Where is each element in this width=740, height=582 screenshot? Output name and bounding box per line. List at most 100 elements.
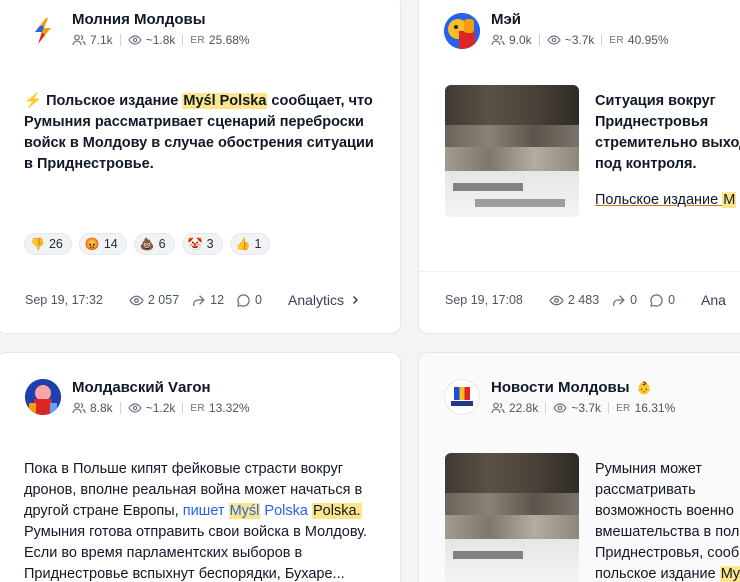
- post-media-thumbnail[interactable]: [445, 453, 579, 582]
- channel-avatar[interactable]: [25, 379, 61, 415]
- post-line: Приднестровья, сооб: [595, 545, 740, 561]
- reaction-angry[interactable]: 😡 14: [78, 233, 127, 255]
- channel-stats: 22.8k ~3.7k ER 16.31%: [491, 401, 675, 415]
- channel-title: Новости Молдовы: [491, 379, 630, 396]
- share-count: 12: [210, 293, 225, 307]
- count: 26: [48, 237, 63, 251]
- post-footer: Sep 19, 17:32 2 057 12 0 Analytics: [25, 292, 361, 308]
- lightning-logo-icon: [35, 18, 51, 44]
- eye-icon: [128, 33, 142, 47]
- post-text-continued: Польское издание M: [595, 190, 737, 211]
- eye-icon: [129, 295, 144, 305]
- count: 1: [254, 237, 262, 251]
- er-value: 13.32%: [208, 401, 250, 415]
- comment-count: 0: [668, 293, 676, 307]
- cartoon-avatar-icon: [25, 379, 61, 415]
- emoji: 💩: [139, 237, 155, 251]
- post-line: стремительно выход: [595, 135, 740, 151]
- post-text-part: польское издание: [595, 566, 720, 582]
- cartoon-avatar-icon: [444, 13, 480, 49]
- er-label: ER: [190, 402, 205, 414]
- er-label: ER: [609, 34, 624, 46]
- analytics-link[interactable]: Analytics: [288, 292, 361, 308]
- post-footer: Sep 19, 17:08 2 483 0 0 Ana: [445, 292, 726, 308]
- channel-name[interactable]: Молдавский Vагон: [72, 379, 211, 396]
- highlight: M: [722, 192, 737, 208]
- post-line: Приднестровья: [595, 114, 709, 130]
- emoji: 😡: [84, 237, 100, 251]
- post-card-3[interactable]: Молдавский Vагон 8.8k ~1.2k ER 13.32% По…: [0, 352, 401, 582]
- subscribers-icon: [72, 33, 86, 47]
- post-date: Sep 19, 17:08: [445, 293, 523, 307]
- comment-icon: [650, 293, 663, 307]
- highlight[interactable]: Myśl: [228, 503, 261, 519]
- moldova-news-logo-icon: [446, 381, 478, 413]
- chevron-right-icon: [353, 295, 359, 305]
- post-line: под контроля.: [595, 156, 697, 172]
- post-media-thumbnail[interactable]: [445, 85, 579, 217]
- reaction-thumbs-up[interactable]: 👍 1: [229, 233, 271, 255]
- view-count: 2 483: [567, 293, 600, 307]
- post-line: польское издание My: [595, 564, 740, 582]
- shares-stat: 0: [611, 293, 637, 308]
- channel-stats: 8.8k ~1.2k ER 13.32%: [72, 401, 250, 415]
- post-card-1[interactable]: Молния Молдовы 7.1k ~1.8k ER 25.68% ⚡ По…: [0, 0, 401, 334]
- share-count: 0: [630, 293, 638, 307]
- er-value: 40.95%: [627, 33, 669, 47]
- count: 6: [158, 237, 166, 251]
- channel-badge-icon: 👶: [636, 381, 652, 395]
- share-icon: [193, 294, 205, 306]
- post-line: рассматривать: [595, 482, 696, 498]
- analytics-label: Ana: [701, 292, 726, 308]
- post-card-4[interactable]: Новости Молдовы 👶 22.8k ~3.7k ER 16.31% …: [418, 352, 740, 582]
- reaction-thumbs-down[interactable]: 👎 26: [24, 233, 72, 255]
- channel-name[interactable]: Новости Молдовы 👶: [491, 379, 652, 396]
- post-text: Румыния может рассматривать возможность …: [595, 459, 740, 582]
- eye-icon: [553, 401, 568, 415]
- post-text: Ситуация вокруг Приднестровья стремитель…: [595, 91, 740, 175]
- avg-views: ~1.8k: [145, 33, 176, 47]
- subscriber-count: 22.8k: [509, 401, 539, 415]
- reaction-clown[interactable]: 🤡 3: [181, 233, 223, 255]
- channel-avatar[interactable]: [444, 379, 480, 415]
- post-card-2[interactable]: Мэй 9.0k ~3.7k ER 40.95% Ситуация вокруг…: [418, 0, 740, 334]
- channel-name[interactable]: Мэй: [491, 11, 521, 28]
- emoji: 👍: [235, 237, 251, 251]
- er-value: 16.31%: [634, 401, 676, 415]
- eye-icon: [128, 401, 142, 415]
- shares-stat: 12: [191, 293, 224, 308]
- post-line: Румыния может: [595, 461, 702, 477]
- highlight: Polska.: [311, 503, 362, 519]
- post-text: ⚡ Польское издание Myśl Polska сообщает,…: [24, 91, 376, 175]
- channel-avatar[interactable]: [444, 13, 480, 49]
- channel-avatar[interactable]: [25, 13, 61, 49]
- emoji: 🤡: [187, 237, 203, 251]
- avg-views: ~3.7k: [571, 401, 602, 415]
- reaction-poop[interactable]: 💩 6: [133, 233, 175, 255]
- avg-views: ~1.2k: [145, 401, 176, 415]
- subscribers-icon: [491, 401, 505, 415]
- post-text-part: Польское издание: [595, 192, 723, 208]
- reactions: 👎 26 😡 14 💩 6 🤡 3 👍 1: [24, 233, 271, 255]
- eye-icon: [549, 295, 564, 305]
- highlight: My: [719, 566, 740, 582]
- er-label: ER: [616, 402, 631, 414]
- post-text-part: Румыния готова отправить свои войска в М…: [24, 524, 368, 582]
- channel-name[interactable]: Молния Молдовы: [72, 11, 206, 28]
- views-stat: 2 057: [129, 293, 179, 308]
- analytics-link[interactable]: Ana: [701, 292, 726, 308]
- subscriber-count: 9.0k: [509, 33, 532, 47]
- post-line: вмешательства в пол: [595, 524, 740, 540]
- comment-icon: [237, 293, 250, 307]
- post-link[interactable]: Polska: [264, 503, 308, 519]
- subscribers-icon: [491, 33, 505, 47]
- comments-stat: 0: [236, 293, 262, 308]
- post-line: Ситуация вокруг: [595, 93, 716, 109]
- channel-stats: 7.1k ~1.8k ER 25.68%: [72, 33, 250, 47]
- comment-count: 0: [255, 293, 262, 307]
- post-link[interactable]: пишет: [183, 503, 225, 519]
- count: 14: [103, 237, 118, 251]
- analytics-label: Analytics: [288, 292, 345, 308]
- subscriber-count: 8.8k: [90, 401, 113, 415]
- channel-stats: 9.0k ~3.7k ER 40.95%: [491, 33, 669, 47]
